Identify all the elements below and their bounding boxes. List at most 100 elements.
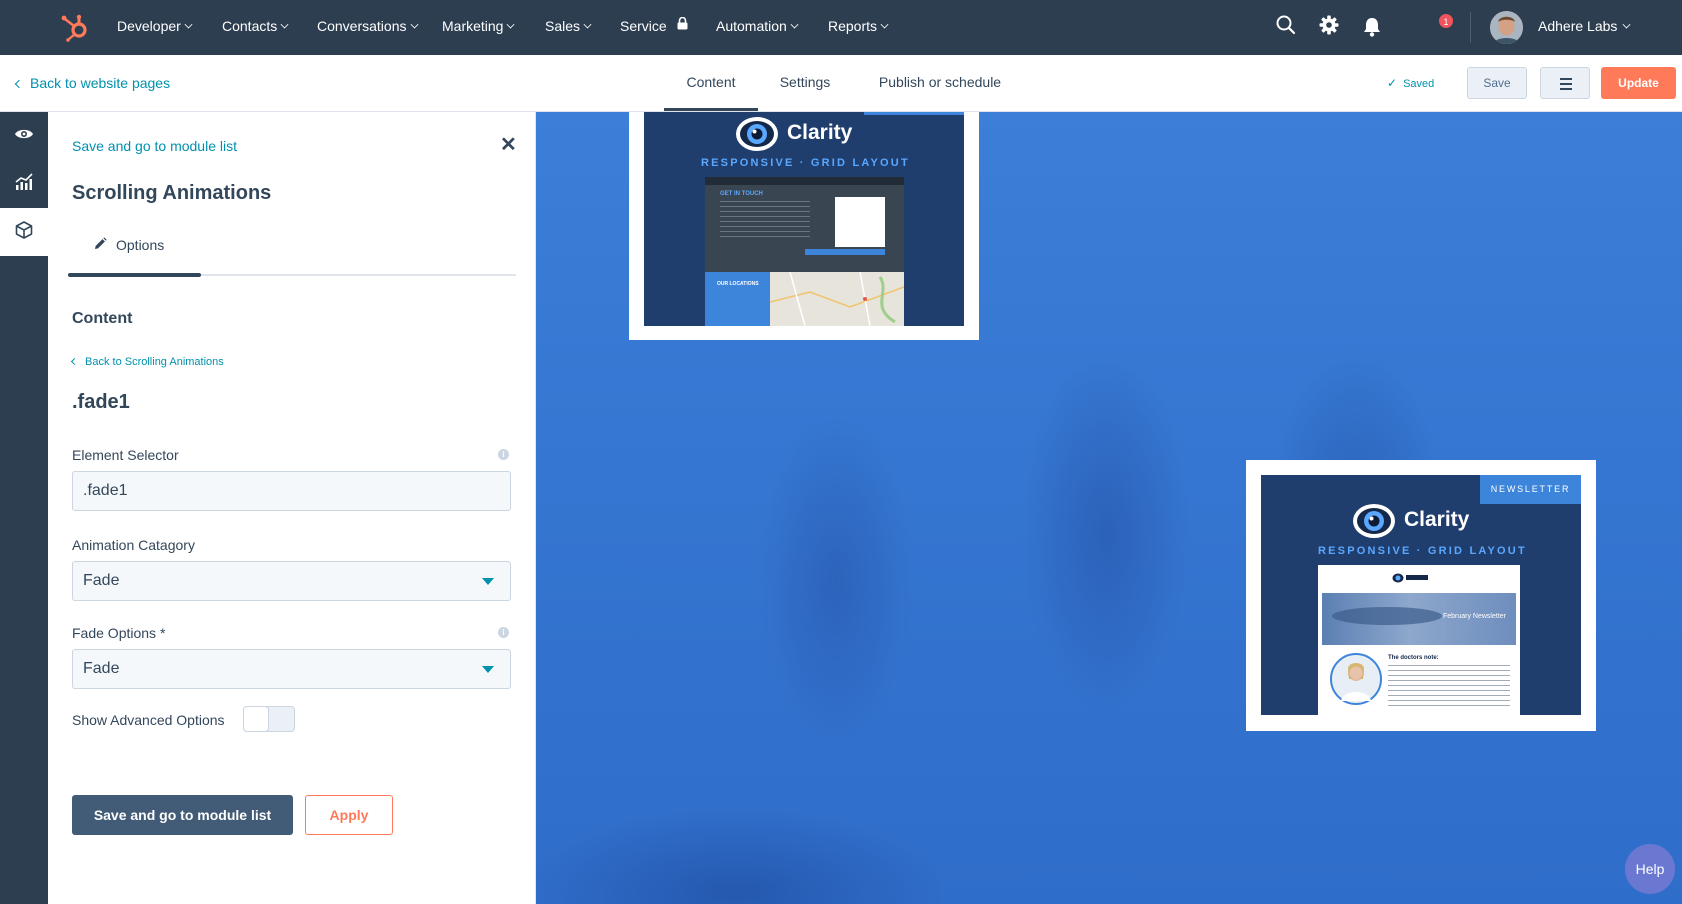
update-button[interactable]: Update: [1601, 67, 1676, 99]
check-icon: ✓: [1387, 76, 1398, 90]
save-button[interactable]: Save: [1467, 67, 1527, 99]
nav-conversations-label: Conversations: [317, 18, 407, 34]
section-title: Content: [72, 310, 133, 327]
eye-icon: [14, 127, 34, 146]
page-preview: Clarity RESPONSIVE · GRID LAYOUT GET IN …: [536, 112, 1682, 904]
save-and-go-to-module-list-button[interactable]: Save and go to module list: [72, 795, 293, 835]
fade-options-label: Fade Options *: [72, 625, 166, 641]
clarity-eye-logo-icon: [735, 115, 779, 158]
mock-banner-eye: [1332, 607, 1442, 625]
saved-status: ✓ Saved: [1387, 55, 1434, 112]
nav-marketing[interactable]: Marketing: [442, 0, 515, 55]
mock-form: [835, 197, 885, 247]
back-to-scrolling-animations-link[interactable]: Back to Scrolling Animations: [70, 356, 224, 368]
editor-header: Back to website pages Content Settings P…: [0, 55, 1682, 112]
chevron-down-icon: [880, 20, 889, 29]
mock-locations-label: OUR LOCATIONS: [717, 281, 759, 287]
card-tagline: RESPONSIVE · GRID LAYOUT: [1318, 545, 1527, 557]
tab-options[interactable]: Options: [68, 225, 201, 271]
hubspot-logo-icon[interactable]: [60, 12, 92, 42]
left-rail: [0, 112, 48, 904]
back-link-label: Back to Scrolling Animations: [85, 356, 224, 368]
nav-automation[interactable]: Automation: [716, 0, 799, 55]
item-title: .fade1: [72, 391, 130, 413]
help-button[interactable]: Help: [1625, 844, 1675, 894]
nav-sales[interactable]: Sales: [545, 0, 592, 55]
nav-service-label: Service: [620, 18, 667, 34]
rail-optimize[interactable]: [0, 160, 48, 208]
chevron-down-icon: [1622, 20, 1631, 29]
account-menu[interactable]: Adhere Labs: [1538, 0, 1631, 53]
info-icon[interactable]: i: [498, 627, 509, 638]
back-to-website-pages-link[interactable]: Back to website pages: [14, 55, 171, 111]
notification-badge: 1: [1438, 13, 1454, 29]
animation-category-label: Animation Catagory: [72, 537, 195, 553]
chevron-down-icon: [790, 20, 799, 29]
element-selector-input[interactable]: .fade1: [72, 471, 511, 511]
mock-nav: [705, 177, 904, 185]
chevron-down-icon: [280, 20, 289, 29]
nav-service[interactable]: Service: [620, 0, 688, 55]
chevron-down-icon: [410, 20, 418, 29]
nav-reports[interactable]: Reports: [828, 0, 889, 55]
tab-publish-or-schedule[interactable]: Publish or schedule: [869, 55, 1011, 111]
chart-icon: [15, 172, 33, 196]
chevron-down-icon: [583, 20, 592, 29]
tab-content[interactable]: Content: [664, 55, 758, 111]
nav-developer[interactable]: Developer: [117, 0, 193, 55]
nav-contacts-label: Contacts: [222, 18, 278, 34]
nav-divider: [1470, 12, 1471, 43]
save-and-go-to-module-list-link[interactable]: Save and go to module list: [72, 138, 237, 154]
info-icon[interactable]: i: [498, 449, 509, 460]
mock-doctor-photo: [1330, 653, 1382, 705]
card-tagline: RESPONSIVE · GRID LAYOUT: [701, 157, 910, 169]
menu-bar: [1560, 83, 1572, 85]
search-icon[interactable]: [1275, 14, 1297, 41]
cube-icon: [14, 220, 34, 245]
toggle-knob: [243, 706, 269, 732]
mock-logo: [1392, 571, 1442, 583]
clarity-eye-logo-icon: [1352, 502, 1396, 545]
chevron-down-icon: [507, 20, 515, 29]
card-brand: Clarity: [787, 121, 853, 144]
preview-card-newsletter[interactable]: NEWSLETTER Clarity RESPONSIVE · GRID LAY…: [1246, 460, 1596, 731]
avatar[interactable]: [1490, 11, 1523, 44]
actions-menu-button[interactable]: [1540, 67, 1590, 99]
pencil-icon: [93, 237, 107, 254]
account-name: Adhere Labs: [1538, 18, 1618, 34]
tab-options-label: Options: [116, 237, 165, 253]
nav-conversations[interactable]: Conversations: [317, 0, 418, 55]
tab-settings-label: Settings: [779, 74, 831, 90]
menu-bar: [1560, 88, 1572, 90]
element-selector-label: Element Selector: [72, 447, 179, 463]
preview-card-contact[interactable]: Clarity RESPONSIVE · GRID LAYOUT GET IN …: [629, 112, 979, 340]
mock-button: [805, 249, 885, 255]
caret-down-icon: [482, 666, 494, 673]
mock-heading: GET IN TOUCH: [720, 191, 763, 197]
mock-banner: February Newsletter: [1322, 593, 1516, 645]
card-mock-newsletter: February Newsletter The doctors note:: [1318, 565, 1520, 715]
advanced-options-label: Show Advanced Options: [72, 712, 225, 728]
chevron-down-icon: [184, 20, 193, 29]
chevron-left-icon: [70, 357, 79, 366]
rail-modules[interactable]: [0, 208, 48, 256]
close-icon[interactable]: ✕: [500, 132, 517, 157]
rail-preview[interactable]: [0, 112, 48, 160]
apply-button[interactable]: Apply: [305, 795, 393, 835]
animation-category-value: Fade: [83, 572, 120, 589]
card-image: NEWSLETTER Clarity RESPONSIVE · GRID LAY…: [1261, 475, 1581, 715]
chevron-left-icon: [14, 79, 24, 89]
advanced-options-toggle[interactable]: [243, 706, 295, 732]
gear-icon[interactable]: [1318, 14, 1340, 41]
animation-category-select[interactable]: Fade: [72, 561, 511, 601]
newsletter-badge: NEWSLETTER: [1480, 475, 1581, 504]
nav-contacts[interactable]: Contacts: [222, 0, 289, 55]
module-options-panel: Save and go to module list ✕ Scrolling A…: [48, 112, 536, 904]
fade-options-select[interactable]: Fade: [72, 649, 511, 689]
tab-settings[interactable]: Settings: [770, 55, 840, 111]
bell-icon[interactable]: [1362, 16, 1382, 43]
nav-sales-label: Sales: [545, 18, 581, 34]
fade-options-value: Fade: [83, 660, 120, 677]
panel-title: Scrolling Animations: [72, 182, 272, 204]
back-link-label: Back to website pages: [30, 75, 171, 91]
